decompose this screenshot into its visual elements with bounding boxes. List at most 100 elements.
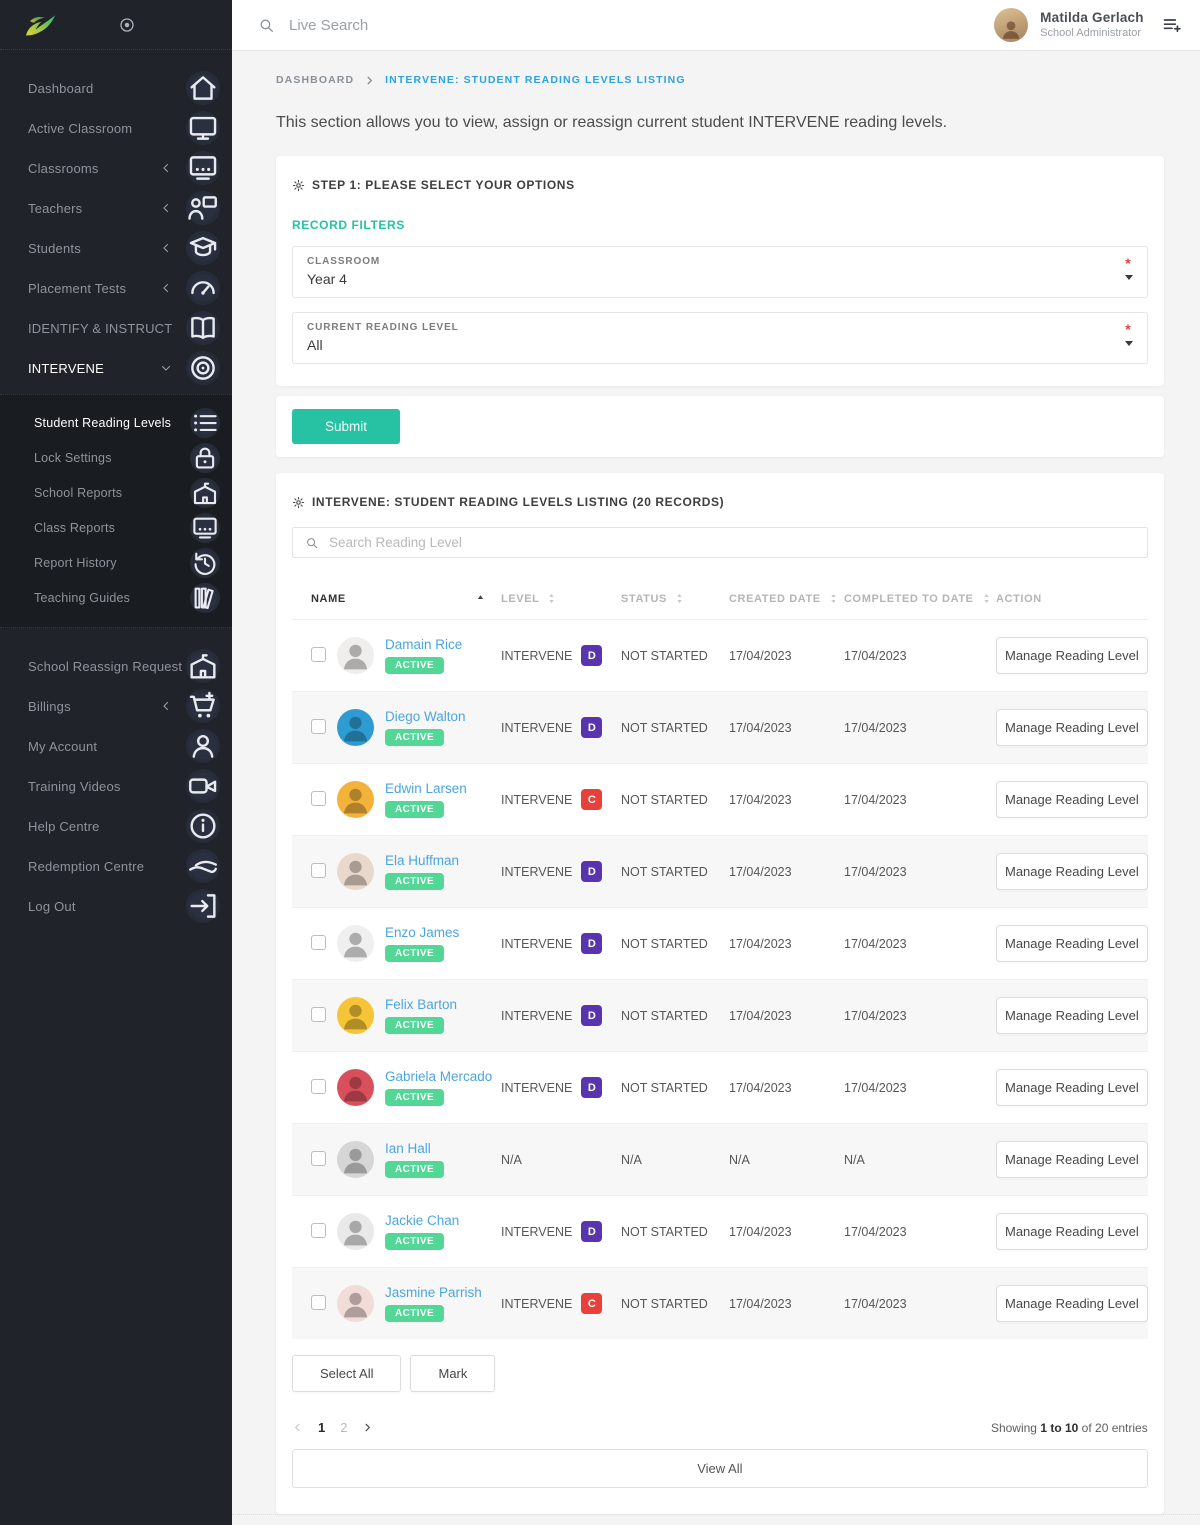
books-icon bbox=[190, 583, 220, 613]
sidebar-item-intervene[interactable]: INTERVENE bbox=[0, 348, 232, 388]
manage-reading-level-button[interactable]: Manage Reading Level bbox=[996, 853, 1148, 890]
pagination-page-1[interactable]: 1 bbox=[318, 1420, 325, 1435]
manage-reading-level-button[interactable]: Manage Reading Level bbox=[996, 1069, 1148, 1106]
row-checkbox[interactable] bbox=[311, 1007, 326, 1022]
sidebar-item-school-reports[interactable]: School Reports bbox=[0, 475, 232, 510]
row-checkbox[interactable] bbox=[311, 1151, 326, 1166]
sidebar-item-classrooms[interactable]: Classrooms bbox=[0, 148, 232, 188]
row-checkbox[interactable] bbox=[311, 863, 326, 878]
manage-reading-level-button[interactable]: Manage Reading Level bbox=[996, 997, 1148, 1034]
row-created-date: 17/04/2023 bbox=[729, 1225, 844, 1239]
pagination-prev-icon[interactable] bbox=[292, 1422, 303, 1433]
level-cell: INTERVENE C bbox=[501, 1293, 621, 1314]
sidebar-item-report-history[interactable]: Report History bbox=[0, 545, 232, 580]
student-name-link[interactable]: Diego Walton bbox=[385, 709, 466, 724]
level-text: INTERVENE bbox=[501, 721, 572, 735]
sidebar-toggle-icon[interactable] bbox=[118, 16, 136, 34]
sidebar-item-teaching-guides[interactable]: Teaching Guides bbox=[0, 580, 232, 615]
level-letter-badge: D bbox=[581, 1005, 602, 1026]
view-all-button[interactable]: View All bbox=[292, 1449, 1148, 1488]
user-box[interactable]: Matilda Gerlach School Administrator bbox=[994, 8, 1144, 42]
column-header-completed-to-date[interactable]: COMPLETED TO DATE bbox=[844, 592, 996, 605]
student-name-link[interactable]: Damain Rice bbox=[385, 637, 462, 652]
student-avatar bbox=[337, 1069, 374, 1106]
manage-reading-level-button[interactable]: Manage Reading Level bbox=[996, 1141, 1148, 1178]
sidebar-item-dashboard[interactable]: Dashboard bbox=[0, 68, 232, 108]
sidebar-bottom-menu: School Reassign Request Billings My Acco… bbox=[0, 628, 232, 932]
student-name-link[interactable]: Jackie Chan bbox=[385, 1213, 459, 1228]
column-header-created-date[interactable]: CREATED DATE bbox=[729, 592, 844, 605]
sidebar-item-student-reading-levels[interactable]: Student Reading Levels bbox=[0, 405, 232, 440]
manage-reading-level-button[interactable]: Manage Reading Level bbox=[996, 1213, 1148, 1250]
sidebar-item-my-account[interactable]: My Account bbox=[0, 726, 232, 766]
level-letter-badge: D bbox=[581, 1077, 602, 1098]
level-text: INTERVENE bbox=[501, 793, 572, 807]
sidebar-item-redemption-centre[interactable]: Redemption Centre bbox=[0, 846, 232, 886]
add-list-icon[interactable] bbox=[1162, 15, 1182, 35]
row-checkbox[interactable] bbox=[311, 719, 326, 734]
student-name-link[interactable]: Edwin Larsen bbox=[385, 781, 467, 796]
student-name-link[interactable]: Ian Hall bbox=[385, 1141, 431, 1156]
row-checkbox[interactable] bbox=[311, 1295, 326, 1310]
live-search-input[interactable] bbox=[289, 17, 994, 34]
level-letter-badge: D bbox=[581, 861, 602, 882]
student-name-link[interactable]: Ela Huffman bbox=[385, 853, 459, 868]
cart-icon bbox=[186, 689, 220, 723]
sidebar-item-log-out[interactable]: Log Out bbox=[0, 886, 232, 926]
column-header-status[interactable]: STATUS bbox=[621, 592, 729, 605]
classroom-icon bbox=[186, 151, 220, 185]
student-name-link[interactable]: Enzo James bbox=[385, 925, 459, 940]
reading-level-select-value: All bbox=[307, 337, 1107, 353]
teacher-icon bbox=[186, 191, 220, 225]
manage-reading-level-button[interactable]: Manage Reading Level bbox=[996, 709, 1148, 746]
sidebar-item-students[interactable]: Students bbox=[0, 228, 232, 268]
row-checkbox[interactable] bbox=[311, 935, 326, 950]
column-header-name[interactable]: NAME bbox=[292, 592, 501, 605]
row-checkbox[interactable] bbox=[311, 1079, 326, 1094]
manage-reading-level-button[interactable]: Manage Reading Level bbox=[996, 781, 1148, 818]
pagination-page-2[interactable]: 2 bbox=[340, 1420, 347, 1435]
level-cell: INTERVENE D bbox=[501, 1005, 621, 1026]
manage-reading-level-button[interactable]: Manage Reading Level bbox=[996, 637, 1148, 674]
sidebar-item-help-centre[interactable]: Help Centre bbox=[0, 806, 232, 846]
breadcrumb-current[interactable]: INTERVENE: STUDENT READING LEVELS LISTIN… bbox=[385, 74, 685, 86]
reading-level-search-input[interactable] bbox=[329, 535, 1147, 550]
manage-reading-level-button[interactable]: Manage Reading Level bbox=[996, 1285, 1148, 1322]
row-checkbox[interactable] bbox=[311, 647, 326, 662]
sidebar-item-training-videos[interactable]: Training Videos bbox=[0, 766, 232, 806]
sort-icon bbox=[827, 592, 840, 605]
listing-panel-title: INTERVENE: STUDENT READING LEVELS LISTIN… bbox=[292, 495, 1148, 509]
row-checkbox[interactable] bbox=[311, 791, 326, 806]
student-avatar bbox=[337, 925, 374, 962]
sidebar-item-identify-instruct[interactable]: IDENTIFY & INSTRUCT bbox=[0, 308, 232, 348]
mark-button[interactable]: Mark bbox=[410, 1355, 495, 1392]
pagination-next-icon[interactable] bbox=[362, 1422, 373, 1433]
sidebar-item-class-reports[interactable]: Class Reports bbox=[0, 510, 232, 545]
student-name-link[interactable]: Gabriela Mercado bbox=[385, 1069, 492, 1084]
row-completed-to-date: 17/04/2023 bbox=[844, 865, 996, 879]
gauge-icon bbox=[186, 271, 220, 305]
sidebar-item-label: Active Classroom bbox=[28, 121, 186, 136]
active-status-badge: ACTIVE bbox=[385, 801, 444, 818]
student-name-link[interactable]: Jasmine Parrish bbox=[385, 1285, 482, 1300]
manage-reading-level-button[interactable]: Manage Reading Level bbox=[996, 925, 1148, 962]
level-letter-badge: D bbox=[581, 1221, 602, 1242]
level-text: INTERVENE bbox=[501, 1009, 572, 1023]
breadcrumb-dashboard-link[interactable]: DASHBOARD bbox=[276, 74, 354, 86]
column-header-level[interactable]: LEVEL bbox=[501, 592, 621, 605]
current-reading-level-select[interactable]: CURRENT READING LEVEL All * bbox=[292, 312, 1148, 364]
sidebar-item-billings[interactable]: Billings bbox=[0, 686, 232, 726]
row-checkbox[interactable] bbox=[311, 1223, 326, 1238]
sidebar-item-teachers[interactable]: Teachers bbox=[0, 188, 232, 228]
sidebar-item-label: Classrooms bbox=[28, 161, 160, 176]
sidebar-item-school-reassign-request[interactable]: School Reassign Request bbox=[0, 646, 232, 686]
sidebar-item-lock-settings[interactable]: Lock Settings bbox=[0, 440, 232, 475]
level-text: INTERVENE bbox=[501, 649, 572, 663]
submit-button[interactable]: Submit bbox=[292, 409, 400, 444]
sidebar-item-active-classroom[interactable]: Active Classroom bbox=[0, 108, 232, 148]
student-name-link[interactable]: Felix Barton bbox=[385, 997, 457, 1012]
sidebar-item-placement-tests[interactable]: Placement Tests bbox=[0, 268, 232, 308]
classroom-select[interactable]: CLASSROOM Year 4 * bbox=[292, 246, 1148, 298]
select-all-button[interactable]: Select All bbox=[292, 1355, 401, 1392]
row-status: NOT STARTED bbox=[621, 1009, 729, 1023]
